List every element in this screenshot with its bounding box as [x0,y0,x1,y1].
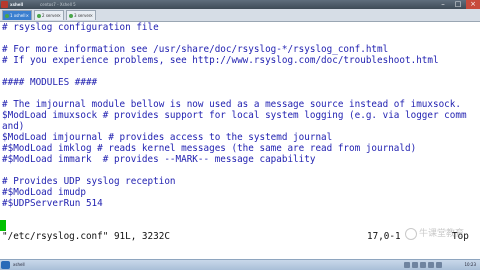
connected-status-icon [5,14,9,18]
editor-line: $ModLoad imjournal # provides access to … [2,132,333,143]
terminal-area[interactable]: # rsyslog configuration file # For more … [0,22,480,259]
editor-line: # rsyslog configuration file [2,22,159,33]
editor-line: $ModLoad imuxsock # provides support for… [2,110,467,121]
text-cursor [0,220,6,231]
tab-session-2[interactable]: 2 server × [34,10,64,20]
minimize-button[interactable]: – [436,0,450,9]
close-button[interactable]: × [466,0,480,9]
maximize-button[interactable]: □ [451,0,465,9]
watermark-logo: 牛课堂教育 [405,228,475,240]
taskbar: xshell 10:23 [0,259,480,270]
editor-line: # If you experience problems, see http:/… [2,55,439,66]
watermark-icon [405,228,417,240]
app-icon [1,1,8,8]
tab-session-3[interactable]: 3 server × [66,10,96,20]
editor-line: #$ModLoad imudp [2,187,86,198]
tab-session-1[interactable]: 1 xshell × [2,10,32,20]
tray-ime-icon[interactable] [420,262,426,268]
tray-volume-icon[interactable] [412,262,418,268]
vim-cursor-position: 17,0-1 [367,231,401,242]
tab-close-icon[interactable]: × [26,11,29,21]
editor-line: #### MODULES #### [2,77,98,88]
tray-app-icon[interactable] [436,262,442,268]
tray-network-icon[interactable] [404,262,410,268]
tab-label: 2 server [42,13,59,18]
session-name: centos7 - Xshell 5 [40,2,76,7]
taskbar-clock: 10:23 [464,262,476,267]
editor-line: # The imjournal module bellow is now use… [2,99,461,110]
session-tab-bar: 1 xshell × 2 server × 3 server × [0,9,480,22]
editor-line: #$UDPServerRun 514 [2,198,103,209]
editor-line: #$ModLoad imklog # reads kernel messages… [2,143,417,154]
tab-label: 1 xshell [10,13,26,18]
start-button[interactable] [1,261,10,269]
tab-label: 3 server [74,13,91,18]
connected-status-icon [69,14,73,18]
app-name: xshell [10,2,24,7]
tab-close-icon[interactable]: × [58,11,61,21]
tray-app-icon[interactable] [428,262,434,268]
watermark-text: 牛课堂教育 [419,229,465,239]
editor-line: and) [2,121,25,132]
editor-line: #$ModLoad immark # provides --MARK-- mes… [2,154,316,165]
editor-line: # Provides UDP syslog reception [2,176,176,187]
taskbar-label: xshell [13,262,25,267]
tab-close-icon[interactable]: × [90,11,93,21]
terminal-window: xshell centos7 - Xshell 5 – □ × 1 xshell… [0,0,480,270]
connected-status-icon [37,14,41,18]
editor-line: # For more information see /usr/share/do… [2,44,389,55]
title-bar: xshell centos7 - Xshell 5 – □ × [0,0,480,9]
